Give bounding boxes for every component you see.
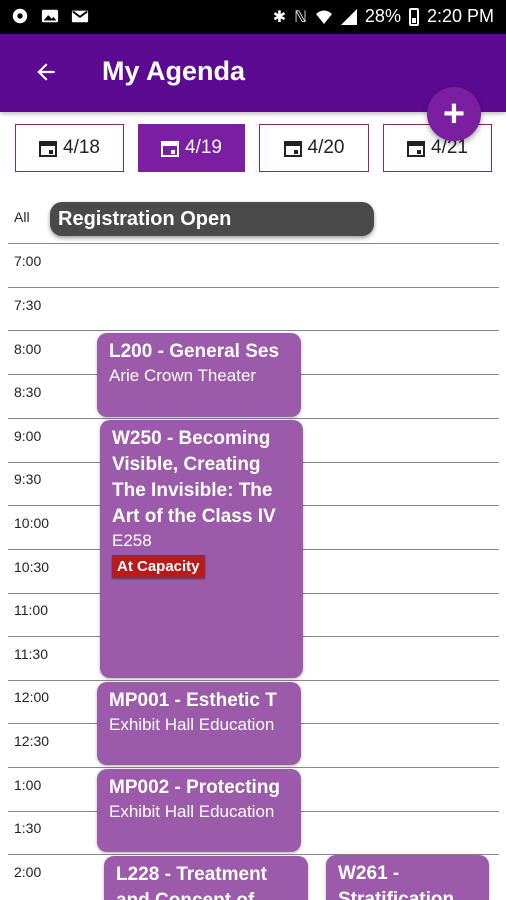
time-label: 1:30 bbox=[14, 820, 42, 836]
date-tab-4-20[interactable]: 4/20 bbox=[259, 124, 369, 172]
bluetooth-icon: ✱ bbox=[272, 8, 287, 26]
event-l200[interactable]: L200 - General Ses Arie Crown Theater bbox=[97, 333, 301, 417]
grid-line bbox=[8, 680, 499, 681]
date-tab-label: 4/18 bbox=[63, 137, 100, 158]
event-location: E258 bbox=[112, 531, 152, 550]
date-tab-label: 4/20 bbox=[307, 137, 345, 158]
event-location: Arie Crown Theater bbox=[109, 366, 257, 385]
time-label: 12:00 bbox=[14, 689, 50, 705]
event-w250[interactable]: W250 - Becoming Visible, Creating The In… bbox=[100, 420, 303, 678]
back-button[interactable] bbox=[28, 54, 64, 90]
time-label: 8:00 bbox=[14, 341, 42, 357]
time-label: 11:30 bbox=[14, 646, 48, 662]
page-title: My Agenda bbox=[102, 56, 246, 86]
grid-line bbox=[8, 418, 499, 419]
all-day-label: All bbox=[14, 209, 30, 225]
event-title: L228 - Treatment and Concept of bbox=[116, 864, 267, 900]
battery-percent: 28% bbox=[364, 6, 401, 26]
time-label: 9:00 bbox=[14, 428, 42, 444]
event-w261[interactable]: W261 - Stratification bbox=[326, 855, 489, 900]
settings-notification-icon bbox=[12, 8, 28, 24]
time-label: 11:00 bbox=[14, 602, 48, 618]
wifi-icon bbox=[315, 10, 332, 24]
all-day-event-registration-open[interactable]: Registration Open bbox=[50, 202, 374, 236]
grid-line bbox=[8, 287, 499, 288]
time-label: 12:30 bbox=[14, 733, 50, 749]
nfc-icon: ℕ bbox=[294, 8, 307, 26]
time-label: 9:30 bbox=[14, 471, 42, 487]
event-title: MP001 - Esthetic T bbox=[109, 690, 277, 711]
event-l228[interactable]: L228 - Treatment and Concept of bbox=[104, 856, 308, 900]
date-tab-label: 4/19 bbox=[185, 137, 222, 158]
calendar-icon bbox=[161, 141, 179, 157]
signal-icon bbox=[340, 8, 357, 25]
date-tab-4-18[interactable]: 4/18 bbox=[15, 124, 124, 172]
status-bar: ✱ ℕ 28% 2:20 PM bbox=[0, 0, 506, 34]
grid-line bbox=[8, 330, 499, 331]
time-label: 7:30 bbox=[14, 297, 42, 313]
plus-icon: + bbox=[442, 92, 466, 135]
calendar-icon bbox=[283, 141, 302, 157]
event-mp001[interactable]: MP001 - Esthetic T Exhibit Hall Educatio… bbox=[97, 682, 301, 765]
event-title: W250 - Becoming Visible, Creating The In… bbox=[112, 428, 276, 527]
clock: 2:20 PM bbox=[426, 6, 494, 26]
calendar-icon bbox=[39, 141, 57, 157]
capacity-badge: At Capacity bbox=[112, 555, 205, 578]
time-label: 2:00 bbox=[14, 864, 42, 880]
time-label: 7:00 bbox=[14, 253, 42, 269]
arrow-left-icon bbox=[37, 63, 55, 81]
event-mp002[interactable]: MP002 - Protecting Exhibit Hall Educatio… bbox=[97, 769, 301, 852]
battery-icon bbox=[408, 7, 419, 26]
date-tab-4-19[interactable]: 4/19 bbox=[138, 124, 245, 172]
event-location: Exhibit Hall Education bbox=[109, 802, 275, 821]
all-day-event-title: Registration Open bbox=[58, 207, 232, 230]
grid-line bbox=[8, 767, 499, 768]
time-label: 8:30 bbox=[14, 384, 42, 400]
image-notification-icon bbox=[41, 9, 59, 23]
time-label: 10:00 bbox=[14, 515, 50, 531]
add-event-button[interactable]: + bbox=[427, 87, 481, 141]
calendar-icon bbox=[407, 141, 425, 157]
time-label: 1:00 bbox=[14, 777, 42, 793]
event-title: L200 - General Ses bbox=[109, 341, 280, 362]
time-label: 10:30 bbox=[14, 559, 50, 575]
event-location: Exhibit Hall Education bbox=[109, 715, 275, 734]
event-title: MP002 - Protecting bbox=[109, 777, 281, 798]
mail-notification-icon bbox=[71, 10, 89, 23]
event-title: W261 - Stratification bbox=[338, 863, 455, 900]
grid-line bbox=[8, 243, 499, 244]
